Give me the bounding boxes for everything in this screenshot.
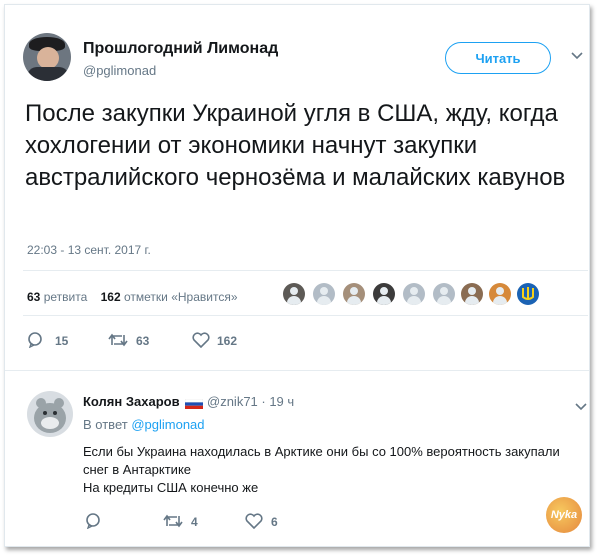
retweet-icon[interactable] — [163, 513, 183, 534]
liker-avatar[interactable] — [283, 283, 305, 305]
liker-avatar[interactable] — [373, 283, 395, 305]
likes-count[interactable]: 162 — [101, 290, 121, 304]
liker-avatar[interactable] — [461, 283, 483, 305]
tweet-timestamp[interactable]: 22:03 - 13 сент. 2017 г. — [27, 243, 151, 257]
liker-avatar[interactable] — [403, 283, 425, 305]
divider — [5, 370, 589, 371]
reply-author-name[interactable]: Колян Захаров — [83, 394, 180, 409]
retweet-icon[interactable] — [108, 332, 128, 353]
liker-avatar[interactable] — [489, 283, 511, 305]
reply-icon[interactable] — [27, 332, 43, 353]
retweet-count[interactable]: 63 — [136, 334, 149, 348]
chevron-down-icon[interactable] — [571, 47, 583, 65]
author-name[interactable]: Прошлогодний Лимонад — [83, 40, 278, 58]
reply-count[interactable]: 15 — [55, 334, 68, 348]
tweet-text: После закупки Украиной угля в США, жду, … — [25, 100, 566, 191]
divider — [23, 270, 588, 271]
like-icon[interactable] — [192, 332, 210, 353]
author-handle[interactable]: @pglimonad — [83, 63, 156, 78]
watermark-logo: Nyka — [546, 497, 582, 533]
divider — [23, 315, 588, 316]
reply-icon[interactable] — [85, 513, 101, 534]
in-reply-handle-link[interactable]: @pglimonad — [131, 417, 204, 432]
russian-flag-icon — [184, 396, 204, 409]
retweets-label[interactable]: ретвита — [44, 290, 88, 304]
liker-avatar[interactable] — [313, 283, 335, 305]
reply-text-line: снег в Антарктике — [83, 462, 192, 477]
reply-text: Если бы Украина находилась в Арктике они… — [83, 443, 583, 497]
reply-text-line: Если бы Украина находилась в Арктике они… — [83, 444, 560, 459]
reply-text-line: На кредиты США конечно же — [83, 480, 259, 495]
retweets-count[interactable]: 63 — [27, 290, 40, 304]
liker-avatar-trident[interactable] — [517, 283, 539, 305]
likes-label[interactable]: отметки «Нравится» — [124, 290, 238, 304]
tweet-stats: 63 ретвита 162 отметки «Нравится» — [27, 290, 238, 304]
like-icon[interactable] — [245, 513, 263, 534]
reply-author-handle[interactable]: @znik71 · 19 ч — [207, 394, 294, 409]
reply-retweet-count[interactable]: 4 — [191, 515, 198, 529]
in-reply-to: В ответ @pglimonad — [83, 417, 205, 432]
in-reply-prefix: В ответ — [83, 417, 128, 432]
tweet-page: Прошлогодний Лимонад @pglimonad Читать П… — [4, 4, 590, 547]
reply-author-avatar[interactable] — [27, 391, 73, 437]
author-avatar[interactable] — [23, 33, 71, 81]
reply-like-count[interactable]: 6 — [271, 515, 278, 529]
chevron-down-icon[interactable] — [575, 398, 587, 416]
follow-button[interactable]: Читать — [445, 42, 551, 74]
like-count[interactable]: 162 — [217, 334, 237, 348]
liker-avatar[interactable] — [343, 283, 365, 305]
liker-avatar[interactable] — [433, 283, 455, 305]
